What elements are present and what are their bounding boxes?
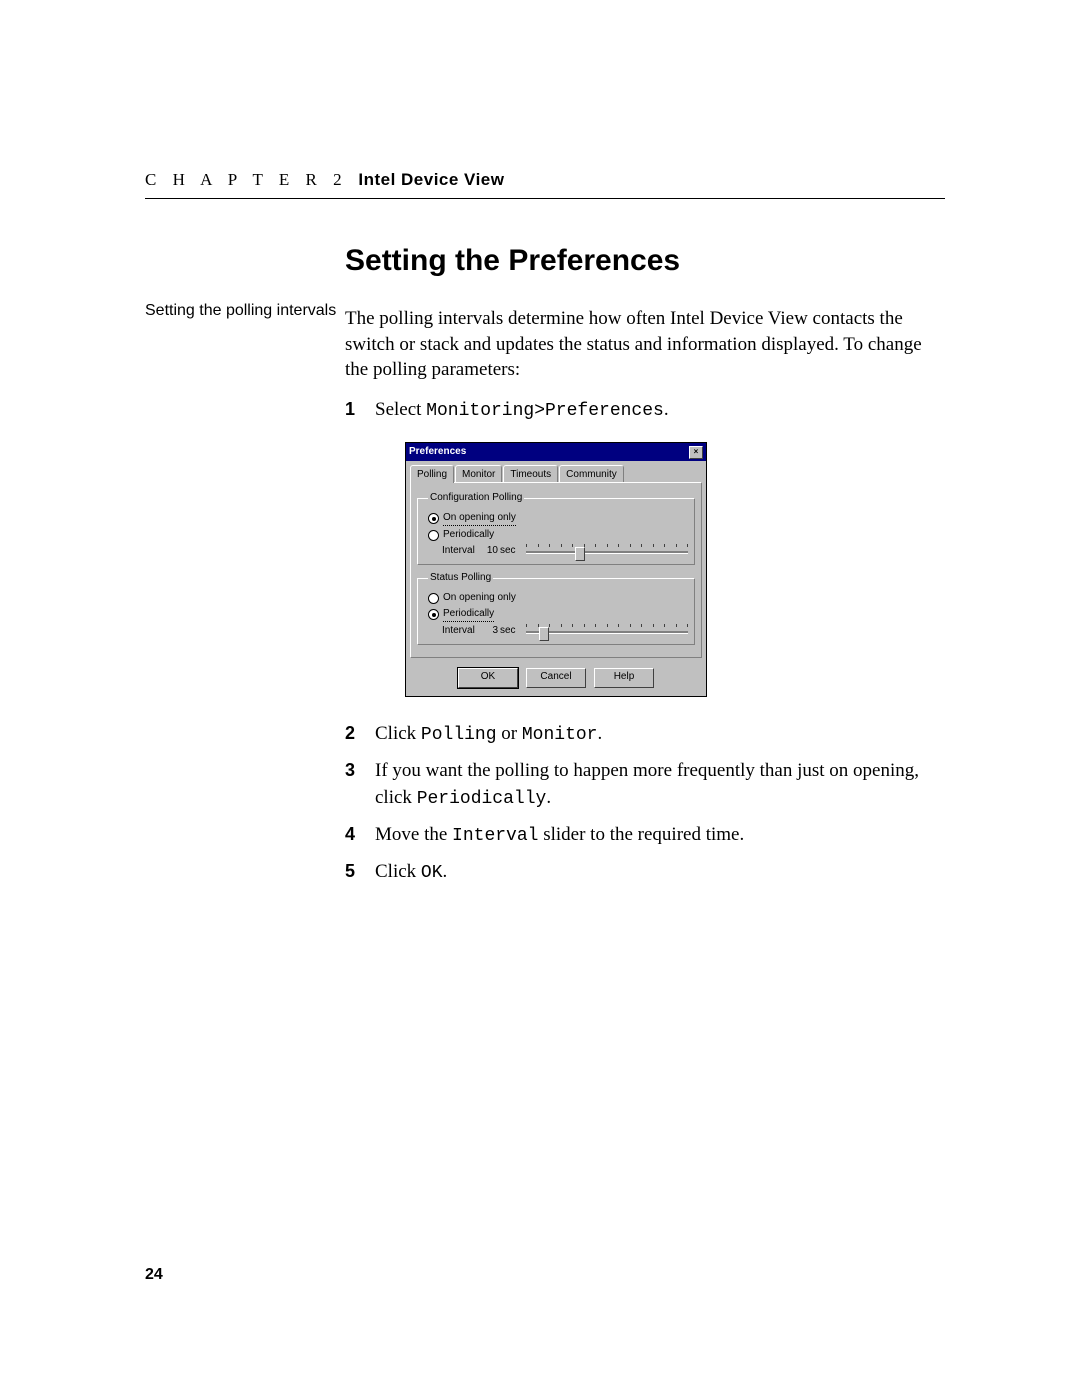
radio-dot-icon: [428, 609, 439, 620]
help-button[interactable]: Help: [594, 668, 654, 688]
preferences-dialog-figure: Preferences × Polling Monitor Timeouts C…: [405, 442, 945, 697]
tab-community[interactable]: Community: [559, 465, 624, 482]
dialog-titlebar: Preferences ×: [406, 443, 706, 461]
radio-dot-icon: [428, 530, 439, 541]
step-2: Click Polling or Monitor.: [345, 721, 945, 748]
cancel-button[interactable]: Cancel: [526, 668, 586, 688]
radio-config-periodically[interactable]: Periodically: [428, 528, 688, 542]
intro-paragraph: The polling intervals determine how ofte…: [345, 306, 945, 383]
step-1: Select Monitoring>Preferences. Preferenc…: [345, 397, 945, 697]
main-column: Setting the Preferences The polling inte…: [345, 244, 945, 896]
dialog-button-row: OK Cancel Help: [406, 662, 706, 696]
step-4: Move the Interval slider to the required…: [345, 822, 945, 849]
group-configuration-polling: Configuration Polling On opening only Pe…: [417, 491, 695, 565]
tab-strip: Polling Monitor Timeouts Community: [406, 461, 706, 482]
header-rule: [145, 198, 945, 199]
status-interval-row: Interval 3 sec: [442, 624, 688, 638]
running-head: C H A P T E R 2 Intel Device View: [145, 170, 945, 190]
preferences-dialog: Preferences × Polling Monitor Timeouts C…: [405, 442, 707, 697]
close-icon[interactable]: ×: [689, 446, 703, 459]
step-3: If you want the polling to happen more f…: [345, 758, 945, 812]
config-interval-row: Interval 10 sec: [442, 544, 688, 558]
dialog-title: Preferences: [409, 445, 466, 459]
radio-dot-icon: [428, 593, 439, 604]
margin-note: Setting the polling intervals: [145, 244, 345, 896]
steps-list: Select Monitoring>Preferences. Preferenc…: [345, 397, 945, 887]
radio-dot-icon: [428, 513, 439, 524]
tab-panel: Configuration Polling On opening only Pe…: [410, 482, 702, 658]
page-number: 24: [145, 1266, 163, 1284]
group2-legend: Status Polling: [428, 571, 493, 585]
group1-legend: Configuration Polling: [428, 491, 524, 505]
section-title: Setting the Preferences: [345, 244, 945, 278]
radio-status-on-opening[interactable]: On opening only: [428, 591, 688, 605]
tab-polling[interactable]: Polling: [410, 465, 454, 483]
group-status-polling: Status Polling On opening only Periodica…: [417, 571, 695, 645]
chapter-label: C H A P T E R 2: [145, 170, 348, 189]
tab-timeouts[interactable]: Timeouts: [503, 465, 558, 482]
chapter-title: Intel Device View: [358, 170, 504, 189]
config-interval-slider[interactable]: [526, 544, 688, 558]
radio-status-periodically[interactable]: Periodically: [428, 607, 688, 622]
tab-monitor[interactable]: Monitor: [455, 465, 502, 482]
ok-button[interactable]: OK: [458, 668, 518, 688]
status-interval-slider[interactable]: [526, 624, 688, 638]
radio-config-on-opening[interactable]: On opening only: [428, 511, 688, 526]
step-5: Click OK.: [345, 859, 945, 886]
